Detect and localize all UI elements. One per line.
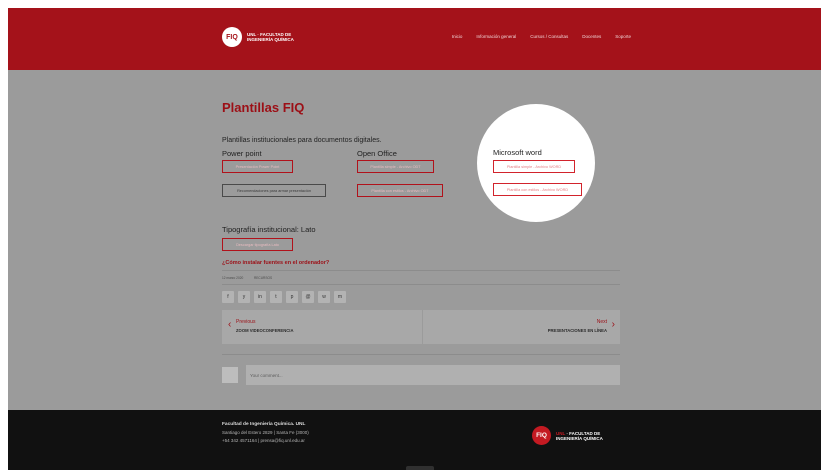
section-label-powerpoint: Power point bbox=[222, 149, 262, 158]
footer-logo[interactable]: FIQ UNL · FACULTAD DE INGENIERÍA QUÍMICA bbox=[532, 426, 603, 445]
recommendations-button[interactable]: Recomendaciones para armar presentación bbox=[222, 184, 326, 197]
post-navigation: ‹ Previous ZOOM VIDEOCONFERENCIA Next PR… bbox=[222, 310, 620, 344]
comment-input[interactable] bbox=[246, 365, 620, 385]
chevron-right-icon: › bbox=[611, 319, 615, 330]
divider bbox=[222, 284, 620, 285]
post-date: 12 marzo 2020 bbox=[222, 276, 244, 280]
install-fonts-link[interactable]: ¿Cómo instalar fuentes en el ordenador? bbox=[222, 260, 329, 266]
footer-logo-line1: · FACULTAD DE bbox=[566, 430, 601, 436]
whatsapp-icon[interactable]: w bbox=[318, 291, 330, 303]
twitter-icon[interactable]: y bbox=[238, 291, 250, 303]
page-title: Plantillas FIQ bbox=[222, 100, 305, 115]
nav-item-soporte[interactable]: Soporte bbox=[615, 34, 631, 39]
previous-post-link[interactable]: ‹ Previous ZOOM VIDEOCONFERENCIA bbox=[222, 310, 421, 344]
next-post-link[interactable]: Next PRESENTACIONES EN LÍNEA › bbox=[422, 310, 621, 344]
section-label-openoffice: Open Office bbox=[357, 149, 397, 158]
next-title: PRESENTACIONES EN LÍNEA bbox=[547, 328, 607, 333]
section-label-font: Tipografía institucional: Lato bbox=[222, 225, 316, 234]
footer-name: Facultad de Ingeniería Química. UNL bbox=[222, 422, 306, 427]
email-icon[interactable]: @ bbox=[302, 291, 314, 303]
next-label: Next bbox=[596, 319, 607, 325]
comment-form bbox=[222, 365, 620, 385]
footer-contact: +54 342 4571164 | prensa@fiq.unl.edu.ar bbox=[222, 438, 305, 443]
nav-item-inicio[interactable]: Inicio bbox=[452, 34, 463, 39]
post-category[interactable]: RECURSOS bbox=[254, 276, 272, 280]
site-footer: Facultad de Ingeniería Química. UNL Sant… bbox=[8, 410, 821, 470]
more-icon[interactable]: m bbox=[334, 291, 346, 303]
chevron-left-icon: ‹ bbox=[228, 319, 232, 330]
section-label-word: Microsoft word bbox=[493, 148, 542, 157]
browser-viewport: FIQ UNL · FACULTAD DE INGENIERÍA QUÍMICA… bbox=[8, 8, 821, 470]
pinterest-icon[interactable]: p bbox=[286, 291, 298, 303]
main-nav: Inicio Información general Cursos / Cons… bbox=[452, 34, 631, 39]
download-word-simple-button[interactable]: Plantilla simple - Archivo WORD bbox=[493, 160, 575, 173]
tumblr-icon[interactable]: t bbox=[270, 291, 282, 303]
main-content-area bbox=[8, 70, 821, 410]
divider bbox=[222, 354, 620, 355]
divider bbox=[222, 270, 620, 271]
footer-logo-text: UNL · FACULTAD DE INGENIERÍA QUÍMICA bbox=[556, 431, 603, 441]
previous-title: ZOOM VIDEOCONFERENCIA bbox=[236, 328, 294, 333]
nav-item-cursos[interactable]: Cursos / Consultas bbox=[530, 34, 568, 39]
site-header: FIQ UNL · FACULTAD DE INGENIERÍA QUÍMICA… bbox=[8, 8, 821, 70]
back-to-top-tab[interactable] bbox=[406, 466, 434, 470]
logo-mark: FIQ bbox=[222, 27, 242, 47]
nav-item-informacion[interactable]: Información general bbox=[476, 34, 516, 39]
download-powerpoint-button[interactable]: Presentación Power Point bbox=[222, 160, 293, 173]
download-odt-simple-button[interactable]: Plantilla simple - Archivo ODT bbox=[357, 160, 434, 173]
nav-item-docentes[interactable]: Docentes bbox=[582, 34, 601, 39]
site-logo[interactable]: FIQ UNL · FACULTAD DE INGENIERÍA QUÍMICA bbox=[222, 27, 294, 47]
facebook-icon[interactable]: f bbox=[222, 291, 234, 303]
download-word-styles-button[interactable]: Plantilla con estilos - Archivo WORD bbox=[493, 183, 582, 196]
download-font-button[interactable]: Descargar tipografía Lato bbox=[222, 238, 293, 251]
footer-logo-accent: UNL bbox=[556, 430, 566, 436]
linkedin-icon[interactable]: in bbox=[254, 291, 266, 303]
logo-line2: INGENIERÍA QUÍMICA bbox=[247, 37, 294, 42]
footer-logo-mark: FIQ bbox=[532, 426, 551, 445]
page-description: Plantillas institucionales para document… bbox=[222, 137, 382, 144]
footer-logo-line2: INGENIERÍA QUÍMICA bbox=[556, 435, 603, 441]
footer-address: Santiago del Estero 2829 | Santa Fe (300… bbox=[222, 430, 309, 435]
article: Plantillas FIQ Plantillas institucionale… bbox=[222, 100, 620, 285]
avatar bbox=[222, 367, 238, 383]
previous-label: Previous bbox=[236, 319, 256, 325]
share-bar: f y in t p @ w m bbox=[222, 291, 346, 303]
logo-text: UNL · FACULTAD DE INGENIERÍA QUÍMICA bbox=[247, 32, 294, 42]
download-odt-styles-button[interactable]: Plantilla con estilos - Archivo ODT bbox=[357, 184, 443, 197]
